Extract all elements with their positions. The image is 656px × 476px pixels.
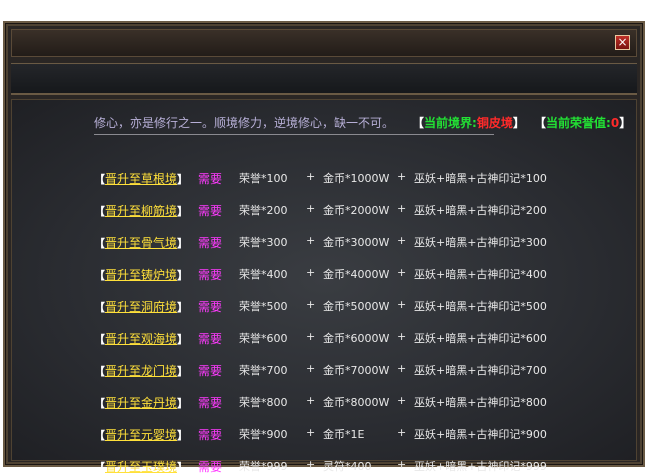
material-cost: 巫妖+暗黑+古神印记*500 — [414, 300, 547, 313]
upgrade-row: 【晋升至观海境】 需要 荣誉*600 + 金币*6000W + 巫妖+暗黑+古神印记*600 — [94, 330, 547, 346]
upgrade-link[interactable]: 晋升至元婴境 — [105, 428, 177, 442]
plus-sign: + — [306, 170, 316, 183]
need-label: 需要 — [198, 172, 223, 186]
need-label: 需要 — [198, 396, 223, 410]
currency-cost: 金币*4000W — [323, 268, 390, 281]
honor-cost: 荣誉*900 — [239, 428, 288, 441]
plus-sign: + — [397, 266, 407, 279]
upgrade-row: 【晋升至草根境】 需要 荣誉*100 + 金币*1000W + 巫妖+暗黑+古神印记*100 — [94, 170, 547, 186]
upgrade-link[interactable]: 晋升至洞府境 — [105, 300, 177, 314]
plus-sign: + — [397, 234, 407, 247]
currency-cost: 金币*8000W — [323, 396, 390, 409]
plus-sign: + — [306, 234, 316, 247]
plus-sign: + — [306, 298, 316, 311]
need-label: 需要 — [198, 364, 223, 378]
upgrade-link[interactable]: 晋升至铸炉境 — [105, 268, 177, 282]
upgrade-row: 【晋升至柳筋境】 需要 荣誉*200 + 金币*2000W + 巫妖+暗黑+古神印记*200 — [94, 202, 547, 218]
honor-value: 0 — [610, 116, 620, 130]
upgrade-link[interactable]: 晋升至龙门境 — [105, 364, 177, 378]
material-cost: 巫妖+暗黑+古神印记*999 — [414, 460, 547, 473]
divider — [94, 134, 494, 135]
plus-sign: + — [397, 202, 407, 215]
material-cost: 巫妖+暗黑+古神印记*300 — [414, 236, 547, 249]
material-cost: 巫妖+暗黑+古神印记*100 — [414, 172, 547, 185]
material-cost: 巫妖+暗黑+古神印记*800 — [414, 396, 547, 409]
need-label: 需要 — [198, 236, 223, 250]
honor-cost: 荣誉*700 — [239, 364, 288, 377]
honor-cost: 荣誉*100 — [239, 172, 288, 185]
need-label: 需要 — [198, 268, 223, 282]
plus-sign: + — [397, 458, 407, 471]
plus-sign: + — [306, 426, 316, 439]
need-label: 需要 — [198, 460, 223, 474]
need-label: 需要 — [198, 332, 223, 346]
intro-text: 修心，亦是修行之一。顺境修力，逆境修心，缺一不可。 — [94, 116, 395, 130]
plus-sign: + — [397, 298, 407, 311]
currency-cost: 金币*1000W — [323, 172, 390, 185]
upgrade-row: 【晋升至金丹境】 需要 荣誉*800 + 金币*8000W + 巫妖+暗黑+古神印记*800 — [94, 394, 547, 410]
upgrade-link[interactable]: 晋升至金丹境 — [105, 396, 177, 410]
currency-cost: 金币*1E — [323, 428, 365, 441]
upgrade-link[interactable]: 晋升至骨气境 — [105, 236, 177, 250]
material-cost: 巫妖+暗黑+古神印记*400 — [414, 268, 547, 281]
plus-sign: + — [397, 394, 407, 407]
currency-cost: 金币*7000W — [323, 364, 390, 377]
upgrade-row: 【晋升至玉璞境】 需要 荣誉*999 + 灵符*400 + 巫妖+暗黑+古神印记*999 — [94, 458, 547, 474]
honor-cost: 荣誉*600 — [239, 332, 288, 345]
honor-cost: 荣誉*500 — [239, 300, 288, 313]
plus-sign: + — [397, 362, 407, 375]
plus-sign: + — [397, 426, 407, 439]
upgrade-link[interactable]: 晋升至玉璞境 — [105, 460, 177, 474]
upgrade-row: 【晋升至洞府境】 需要 荣誉*500 + 金币*5000W + 巫妖+暗黑+古神印记*500 — [94, 298, 547, 314]
current-realm: 【当前境界:铜皮境】 — [412, 116, 525, 130]
need-label: 需要 — [198, 300, 223, 314]
realm-value: 铜皮境 — [476, 116, 513, 130]
material-cost: 巫妖+暗黑+古神印记*600 — [414, 332, 547, 345]
honor-cost: 荣誉*200 — [239, 204, 288, 217]
plus-sign: + — [306, 330, 316, 343]
currency-cost: 金币*2000W — [323, 204, 390, 217]
plus-sign: + — [306, 362, 316, 375]
upgrade-link[interactable]: 晋升至柳筋境 — [105, 204, 177, 218]
plus-sign: + — [397, 330, 407, 343]
current-honor: 【当前荣誉值:0】 — [534, 116, 632, 130]
need-label: 需要 — [198, 428, 223, 442]
upgrade-row: 【晋升至骨气境】 需要 荣誉*300 + 金币*3000W + 巫妖+暗黑+古神印记*300 — [94, 234, 547, 250]
upgrade-row: 【晋升至元婴境】 需要 荣誉*900 + 金币*1E + 巫妖+暗黑+古神印记*900 — [94, 426, 547, 442]
honor-cost: 荣誉*999 — [239, 460, 288, 473]
material-cost: 巫妖+暗黑+古神印记*700 — [414, 364, 547, 377]
honor-cost: 荣誉*300 — [239, 236, 288, 249]
material-cost: 巫妖+暗黑+古神印记*200 — [414, 204, 547, 217]
content-panel: 修心，亦是修行之一。顺境修力，逆境修心，缺一不可。 【当前境界:铜皮境】 【当前… — [11, 99, 637, 474]
upgrade-row: 【晋升至龙门境】 需要 荣誉*700 + 金币*7000W + 巫妖+暗黑+古神印记*700 — [94, 362, 547, 378]
close-button[interactable]: × — [615, 35, 630, 50]
plus-sign: + — [397, 170, 407, 183]
plus-sign: + — [306, 266, 316, 279]
realm-label: 当前境界 — [424, 116, 473, 130]
currency-cost: 金币*5000W — [323, 300, 390, 313]
currency-cost: 金币*3000W — [323, 236, 390, 249]
need-label: 需要 — [198, 204, 223, 218]
upgrade-row: 【晋升至铸炉境】 需要 荣誉*400 + 金币*4000W + 巫妖+暗黑+古神印记*400 — [94, 266, 547, 282]
realm-window: × 修心，亦是修行之一。顺境修力，逆境修心，缺一不可。 【当前境界:铜皮境】 【… — [3, 21, 645, 474]
honor-label: 当前荣誉值 — [546, 116, 607, 130]
plus-sign: + — [306, 458, 316, 471]
currency-cost: 灵符*400 — [323, 460, 372, 473]
currency-cost: 金币*6000W — [323, 332, 390, 345]
title-bar: × — [11, 29, 637, 57]
honor-cost: 荣誉*400 — [239, 268, 288, 281]
close-icon: × — [617, 35, 628, 49]
material-cost: 巫妖+暗黑+古神印记*900 — [414, 428, 547, 441]
plus-sign: + — [306, 202, 316, 215]
honor-cost: 荣誉*800 — [239, 396, 288, 409]
upgrade-link[interactable]: 晋升至草根境 — [105, 172, 177, 186]
plus-sign: + — [306, 394, 316, 407]
sub-bar — [11, 63, 637, 95]
upgrade-link[interactable]: 晋升至观海境 — [105, 332, 177, 346]
